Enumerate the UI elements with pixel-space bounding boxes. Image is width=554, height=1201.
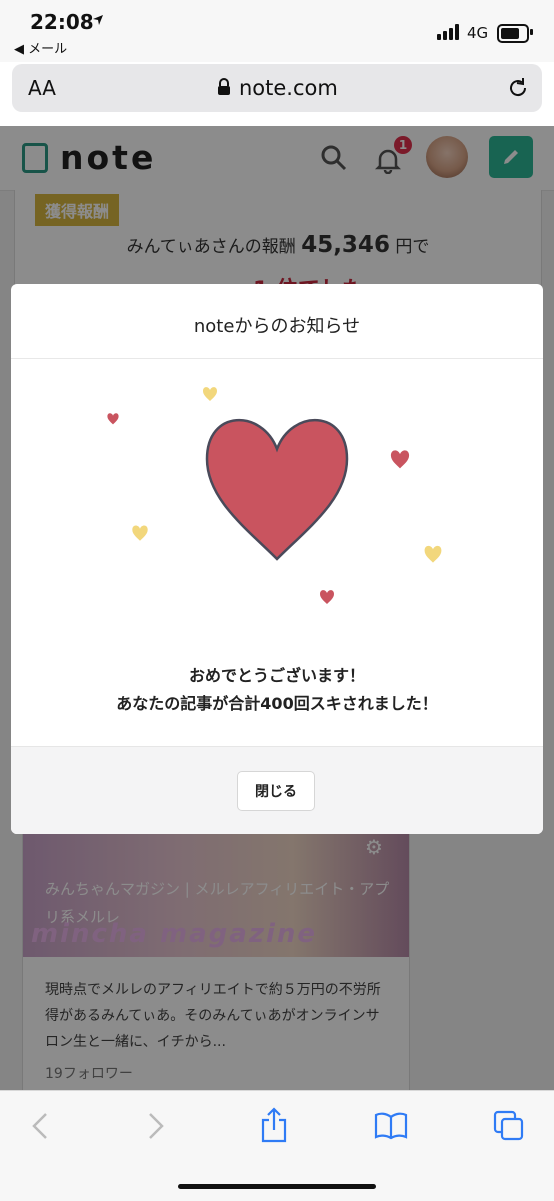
back-arrow-icon[interactable]: [30, 1111, 50, 1141]
home-indicator: [178, 1184, 376, 1189]
small-heart-icon: [320, 590, 334, 604]
back-to-app-link[interactable]: ◀ メール: [14, 38, 67, 57]
modal-footer: 閉じる: [11, 746, 543, 834]
bookmarks-icon[interactable]: [374, 1111, 408, 1141]
modal-title: noteからのお知らせ: [193, 316, 361, 337]
small-heart-icon: [132, 525, 148, 541]
signal-icon: [437, 24, 463, 40]
location-arrow-icon: [93, 15, 103, 25]
small-heart-icon: [390, 450, 410, 469]
network-type: 4G: [467, 24, 489, 42]
battery-cap: [530, 29, 533, 35]
likes-message: あなたの記事が合計400回スキされました！: [116, 694, 438, 713]
address-bar[interactable]: AA note.com: [12, 64, 542, 112]
share-icon[interactable]: [259, 1107, 289, 1143]
hearts-illustration: [107, 387, 442, 604]
small-heart-icon: [107, 413, 119, 425]
modal-divider: [11, 358, 543, 359]
notification-modal: noteからのお知らせ おめでとうございます！ あなたの記事が合計400回スキさ…: [11, 284, 543, 834]
close-button[interactable]: 閉じる: [237, 771, 315, 811]
lock-icon: [218, 78, 230, 95]
small-heart-icon: [203, 387, 217, 401]
forward-arrow-icon[interactable]: [146, 1111, 166, 1141]
battery-icon: [497, 24, 529, 43]
congrats-message: おめでとうございます！: [188, 666, 365, 685]
reload-icon[interactable]: [506, 76, 530, 100]
status-bar: 22:08 ◀ メール 4G: [0, 0, 554, 62]
big-heart-icon: [207, 420, 347, 559]
tabs-icon[interactable]: [492, 1109, 526, 1143]
text-size-button[interactable]: AA: [28, 76, 56, 100]
clock: 22:08: [30, 10, 94, 34]
small-heart-icon: [424, 545, 442, 563]
url-text[interactable]: note.com: [239, 76, 338, 100]
